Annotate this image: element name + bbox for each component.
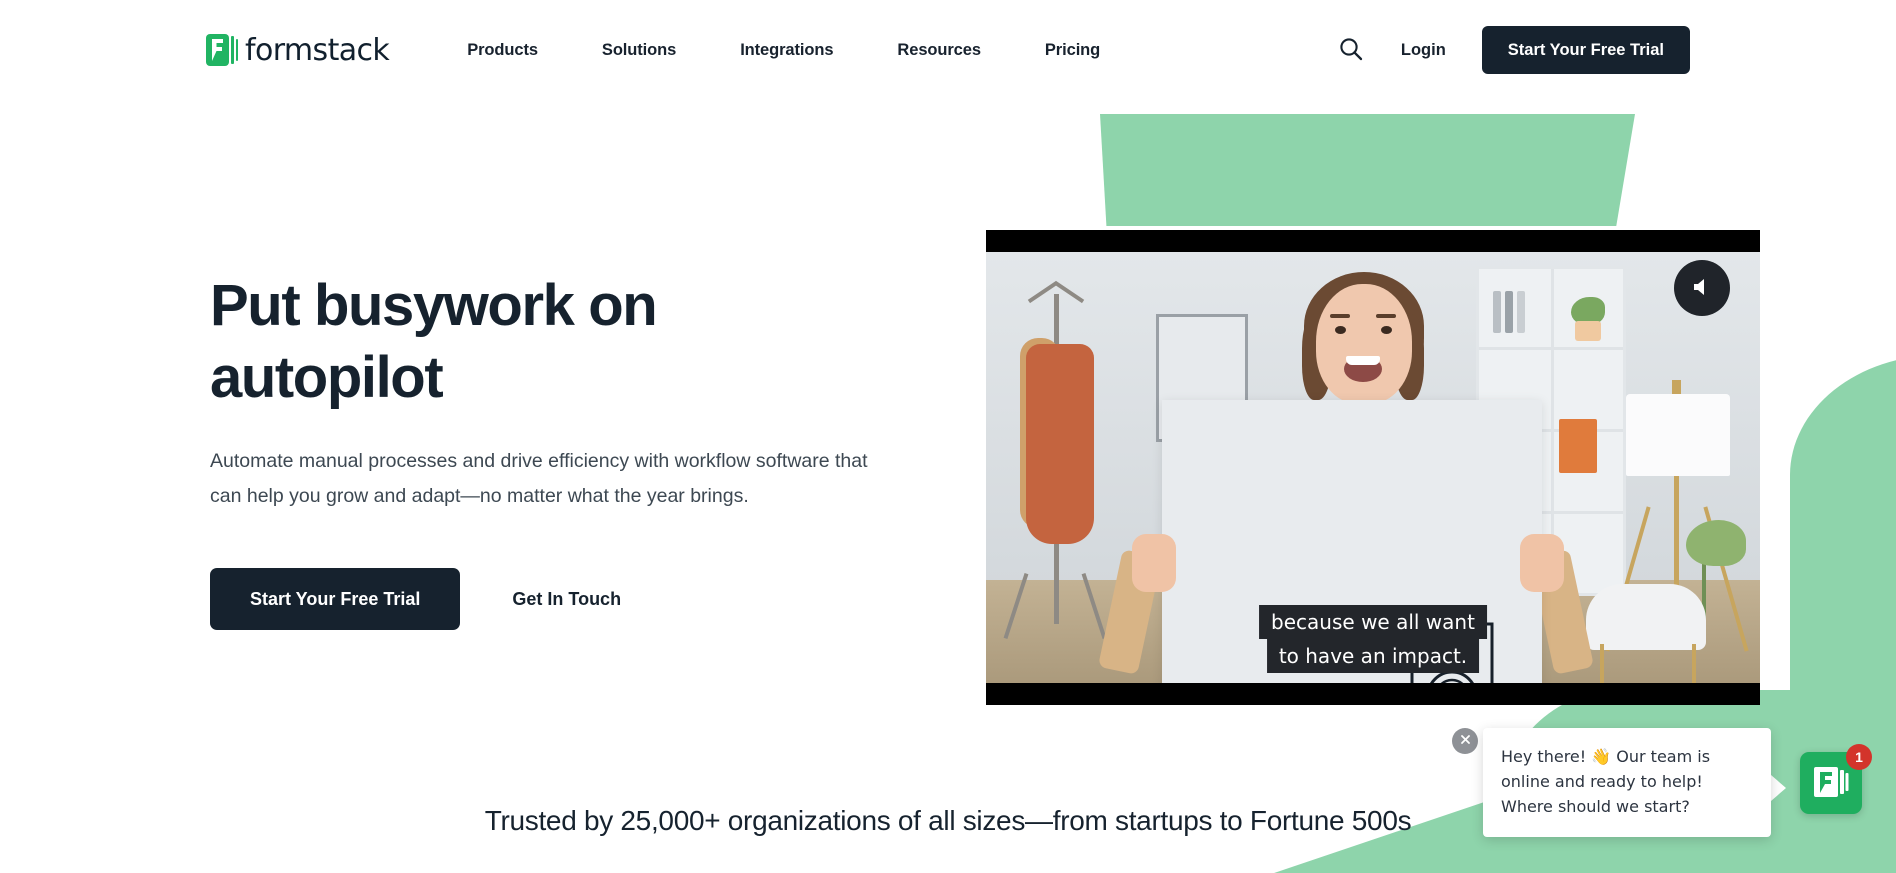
caption-line-2: to have an impact.: [1266, 639, 1480, 673]
decorative-green-right: [1790, 355, 1896, 715]
get-in-touch-link[interactable]: Get In Touch: [512, 589, 621, 610]
hero-page: formstack Products Solutions Integration…: [0, 0, 1896, 873]
hero-video-player[interactable]: because we all want to have an impact.: [986, 230, 1760, 705]
search-button[interactable]: [1329, 28, 1373, 72]
formstack-chat-icon: [1812, 763, 1850, 804]
header-start-free-trial-button[interactable]: Start Your Free Trial: [1481, 26, 1690, 74]
login-link[interactable]: Login: [1401, 41, 1446, 60]
hero-subtitle: Automate manual processes and drive effi…: [210, 450, 868, 507]
left-hand: [1132, 534, 1176, 592]
chat-unread-badge: 1: [1846, 744, 1872, 770]
formstack-logo[interactable]: formstack: [206, 32, 390, 68]
page-title: Put busywork on autopilot: [210, 273, 658, 410]
potted-plant: [1686, 520, 1746, 566]
nav-item-integrations[interactable]: Integrations: [708, 41, 865, 60]
close-icon: [1459, 733, 1472, 749]
caption-line-1: because we all want: [1259, 605, 1487, 639]
nav-item-products[interactable]: Products: [435, 41, 570, 60]
hero-content: Put busywork on autopilot Automate manua…: [210, 270, 910, 630]
white-chair: [1586, 584, 1706, 650]
chat-greeting-text: Hey there! 👋 Our team is online and read…: [1501, 747, 1711, 816]
chat-greeting-bubble[interactable]: Hey there! 👋 Our team is online and read…: [1483, 728, 1771, 837]
hero-start-free-trial-button[interactable]: Start Your Free Trial: [210, 568, 461, 630]
video-captions: because we all want to have an impact.: [1259, 605, 1487, 673]
chat-close-button[interactable]: [1452, 728, 1478, 754]
video-letterbox-top: [986, 230, 1760, 252]
hero-actions: Start Your Free Trial Get In Touch: [210, 568, 910, 630]
logo-wordmark: formstack: [245, 32, 390, 68]
search-icon: [1338, 36, 1364, 65]
header-actions: Login Start Your Free Trial: [1329, 26, 1690, 74]
nav-item-pricing[interactable]: Pricing: [1013, 41, 1132, 60]
site-header: formstack Products Solutions Integration…: [0, 0, 1896, 100]
nav-item-solutions[interactable]: Solutions: [570, 41, 708, 60]
decorative-green-banner: [1100, 114, 1635, 226]
video-mute-button[interactable]: [1674, 260, 1730, 316]
main-navigation: Products Solutions Integrations Resource…: [435, 41, 1132, 60]
video-letterbox-bottom: [986, 683, 1760, 705]
speaker-mute-icon: [1690, 275, 1714, 302]
formstack-logo-icon: [206, 34, 238, 66]
nav-item-resources[interactable]: Resources: [865, 41, 1012, 60]
chat-bubble-pointer: [1771, 775, 1786, 801]
right-hand: [1520, 534, 1564, 592]
